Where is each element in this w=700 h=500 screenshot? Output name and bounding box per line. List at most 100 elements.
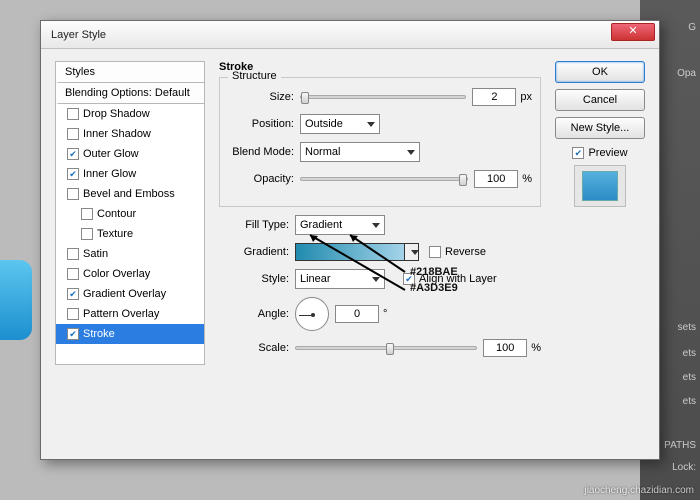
styles-header[interactable]: Styles	[56, 62, 204, 83]
chevron-down-icon	[407, 150, 415, 155]
opacity-input[interactable]: 100	[474, 170, 518, 188]
fill-type-value: Gradient	[300, 219, 342, 231]
blending-options-label: Blending Options: Default	[65, 87, 190, 99]
scale-slider[interactable]	[295, 346, 477, 350]
style-item-stroke[interactable]: Stroke	[56, 324, 204, 344]
reverse-checkbox[interactable]	[429, 246, 441, 258]
style-item-label: Stroke	[83, 328, 115, 340]
style-value: Linear	[300, 273, 331, 285]
structure-group: Structure Size: 2 px Position: Outside B…	[219, 77, 541, 207]
style-item-label: Satin	[83, 248, 108, 260]
blend-mode-value: Normal	[305, 146, 340, 158]
style-item-satin[interactable]: Satin	[56, 244, 204, 264]
style-item-label: Drop Shadow	[83, 108, 150, 120]
position-dropdown[interactable]: Outside	[300, 114, 380, 134]
bg-opa-label: Opa	[677, 68, 696, 79]
gradient-label: Gradient:	[219, 246, 289, 258]
style-item-bevel-and-emboss[interactable]: Bevel and Emboss	[56, 184, 204, 204]
style-item-color-overlay[interactable]: Color Overlay	[56, 264, 204, 284]
angle-input[interactable]: 0	[335, 305, 379, 323]
annotation-hex-1: #218BAE	[410, 266, 458, 278]
style-item-checkbox[interactable]	[67, 148, 79, 160]
fill-type-dropdown[interactable]: Gradient	[295, 215, 385, 235]
preview-label: Preview	[588, 147, 627, 159]
close-icon: ✕	[628, 25, 637, 37]
layer-style-window: Layer Style ✕ Styles Blending Options: D…	[40, 20, 660, 460]
blend-mode-dropdown[interactable]: Normal	[300, 142, 420, 162]
styles-header-label: Styles	[65, 66, 95, 78]
style-item-drop-shadow[interactable]: Drop Shadow	[56, 104, 204, 124]
bg-sets-label: sets	[678, 322, 696, 333]
angle-dial[interactable]	[295, 297, 329, 331]
watermark: jiaocheng.chazidian.com	[584, 485, 694, 496]
opacity-slider[interactable]	[300, 177, 468, 181]
style-item-label: Texture	[97, 228, 133, 240]
style-item-label: Contour	[97, 208, 136, 220]
style-item-checkbox[interactable]	[81, 208, 93, 220]
style-item-outer-glow[interactable]: Outer Glow	[56, 144, 204, 164]
chevron-down-icon	[372, 223, 380, 228]
close-button[interactable]: ✕	[611, 23, 655, 41]
opacity-slider-thumb[interactable]	[459, 174, 467, 186]
preview-checkbox[interactable]	[572, 147, 584, 159]
style-item-inner-glow[interactable]: Inner Glow	[56, 164, 204, 184]
style-item-label: Inner Shadow	[83, 128, 151, 140]
style-item-pattern-overlay[interactable]: Pattern Overlay	[56, 304, 204, 324]
chevron-down-icon	[411, 250, 419, 255]
opacity-label: Opacity:	[224, 173, 294, 185]
style-dropdown[interactable]: Linear	[295, 269, 385, 289]
style-item-checkbox[interactable]	[67, 108, 79, 120]
style-item-gradient-overlay[interactable]: Gradient Overlay	[56, 284, 204, 304]
bg-paths-label: PATHS	[664, 440, 696, 451]
size-unit: px	[520, 91, 532, 103]
style-item-checkbox[interactable]	[81, 228, 93, 240]
style-item-checkbox[interactable]	[67, 128, 79, 140]
style-item-inner-shadow[interactable]: Inner Shadow	[56, 124, 204, 144]
style-label: Style:	[219, 273, 289, 285]
scale-input[interactable]: 100	[483, 339, 527, 357]
style-item-checkbox[interactable]	[67, 248, 79, 260]
bg-ets-label-2: ets	[683, 372, 696, 383]
position-label: Position:	[224, 118, 294, 130]
bg-ets-label-3: ets	[683, 396, 696, 407]
titlebar[interactable]: Layer Style ✕	[41, 21, 659, 49]
fill-type-label: Fill Type:	[219, 219, 289, 231]
scale-label: Scale:	[219, 342, 289, 354]
style-item-label: Gradient Overlay	[83, 288, 166, 300]
style-item-checkbox[interactable]	[67, 188, 79, 200]
gradient-swatch[interactable]	[295, 243, 405, 261]
opacity-unit: %	[522, 173, 532, 185]
chevron-down-icon	[367, 122, 375, 127]
scale-unit: %	[531, 342, 541, 354]
style-item-checkbox[interactable]	[67, 328, 79, 340]
dialog-buttons: OK Cancel New Style... Preview	[555, 61, 645, 365]
style-item-texture[interactable]: Texture	[56, 224, 204, 244]
style-item-label: Pattern Overlay	[83, 308, 159, 320]
bg-ets-label-1: ets	[683, 348, 696, 359]
size-input[interactable]: 2	[472, 88, 516, 106]
new-style-button[interactable]: New Style...	[555, 117, 645, 139]
position-value: Outside	[305, 118, 343, 130]
style-item-checkbox[interactable]	[67, 308, 79, 320]
style-item-contour[interactable]: Contour	[56, 204, 204, 224]
preview-swatch-inner	[582, 171, 618, 201]
reverse-label: Reverse	[445, 246, 486, 258]
gradient-picker-caret[interactable]	[405, 243, 419, 261]
ok-button[interactable]: OK	[555, 61, 645, 83]
annotation-hex-2: #A3D3E9	[410, 282, 458, 294]
cancel-button[interactable]: Cancel	[555, 89, 645, 111]
background-layer-thumb	[0, 260, 32, 340]
style-item-checkbox[interactable]	[67, 268, 79, 280]
style-item-checkbox[interactable]	[67, 168, 79, 180]
angle-unit: °	[383, 308, 387, 320]
size-label: Size:	[224, 91, 294, 103]
bg-lock-label: Lock:	[672, 462, 696, 473]
size-slider[interactable]	[300, 95, 466, 99]
scale-slider-thumb[interactable]	[386, 343, 394, 355]
blending-options[interactable]: Blending Options: Default	[56, 83, 204, 104]
stroke-panel: Stroke Structure Size: 2 px Position: Ou…	[219, 61, 541, 365]
bg-g-label: G	[688, 22, 696, 33]
style-item-checkbox[interactable]	[67, 288, 79, 300]
size-slider-thumb[interactable]	[301, 92, 309, 104]
style-item-label: Inner Glow	[83, 168, 136, 180]
